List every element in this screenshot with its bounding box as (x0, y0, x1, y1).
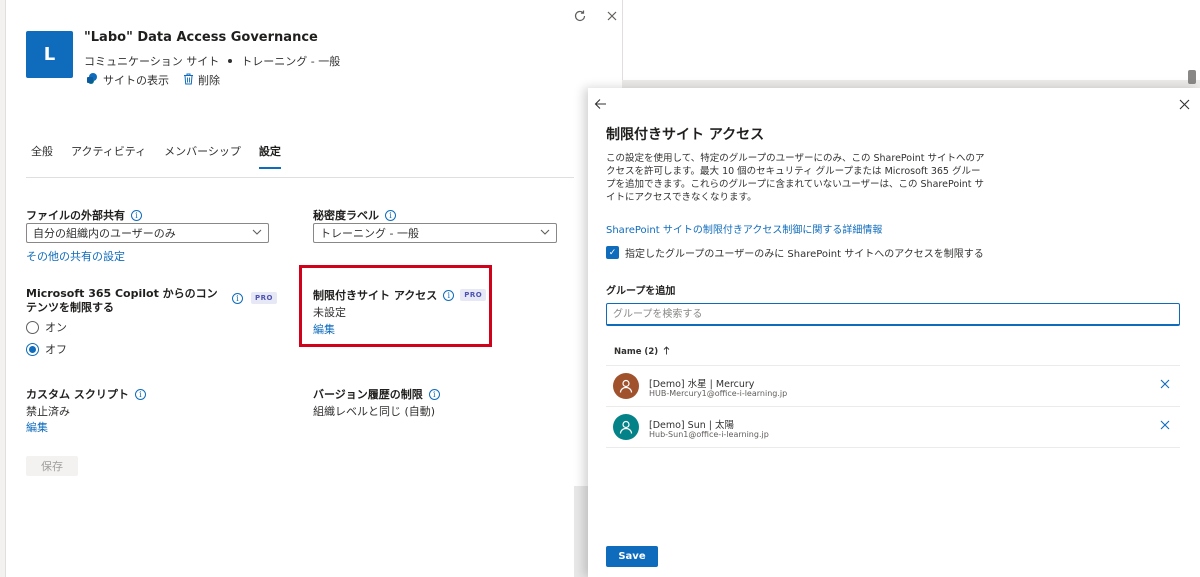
name-column-header[interactable]: Name (2) (614, 346, 670, 358)
flyout-save-button[interactable]: Save (606, 546, 658, 567)
table-row: [Demo] Sun | 太陽 Hub-Sun1@office-i-learni… (606, 407, 1180, 447)
site-details-panel-bottom (6, 486, 574, 577)
flyout-description: この設定を使用して、特定のグループのユーザーにのみ、この SharePoint … (606, 153, 985, 203)
table-row: [Demo] 水星 | Mercury HUB-Mercury1@office-… (606, 366, 1180, 406)
back-arrow-icon[interactable] (594, 98, 607, 114)
tab-membership[interactable]: メンバーシップ (164, 143, 241, 169)
tab-general[interactable]: 全般 (31, 143, 53, 169)
radio-off-label: オフ (45, 343, 67, 356)
site-meta: コミュニケーション サイト トレーニング - 一般 (84, 53, 340, 69)
close-icon[interactable] (604, 8, 620, 24)
trash-icon (183, 73, 194, 88)
settings-tabs: 全般 アクティビティ メンバーシップ 設定 (31, 143, 281, 169)
group-avatar-icon (613, 373, 639, 399)
close-icon[interactable] (1179, 98, 1190, 114)
sensitivity-label-text: 秘密度ラベル (313, 209, 379, 222)
flyout-title: 制限付きサイト アクセス (606, 127, 765, 143)
group-search-input[interactable] (606, 303, 1180, 326)
custom-script-label: カスタム スクリプト (26, 388, 129, 401)
info-icon[interactable]: i (385, 209, 396, 221)
background-page-area (622, 0, 1200, 88)
radio-unselected (26, 320, 39, 334)
separator-dot (228, 59, 233, 63)
view-site-label: サイトの表示 (103, 74, 169, 87)
restrict-access-checkbox[interactable]: ✓ 指定したグループのユーザーのみに SharePoint サイトへのアクセスを… (606, 245, 984, 260)
remove-group-icon[interactable] (1160, 419, 1170, 433)
learn-more-link[interactable]: SharePoint サイトの制限付きアクセス制御に関する詳細情報 (606, 221, 882, 236)
panel-top-actions (572, 8, 620, 24)
external-sharing-label-text: ファイルの外部共有 (26, 209, 125, 222)
sharepoint-icon (86, 72, 99, 88)
radio-on-label: オン (45, 321, 67, 334)
refresh-icon[interactable] (572, 8, 588, 24)
background-scrollbar[interactable] (1188, 70, 1196, 84)
version-history-heading: バージョン履歴の制限 i (313, 386, 440, 402)
sort-ascending-icon (663, 346, 670, 358)
save-button[interactable]: 保存 (26, 456, 78, 476)
restrict-access-checkbox-label: 指定したグループのユーザーのみに SharePoint サイトへのアクセスを制限… (625, 249, 984, 260)
info-icon[interactable]: i (428, 388, 440, 400)
custom-script-heading: カスタム スクリプト i (26, 386, 146, 402)
site-logo: L (26, 31, 73, 78)
group-email: HUB-Mercury1@office-i-learning.jp (649, 389, 788, 398)
delete-label: 削除 (198, 74, 220, 87)
copilot-restriction-label: Microsoft 365 Copilot からのコンテンツを制限する (26, 287, 218, 314)
version-history-label: バージョン履歴の制限 (313, 388, 423, 401)
site-actions: サイトの表示 削除 (86, 72, 220, 88)
version-history-value: 組織レベルと同じ (自動) (313, 405, 436, 418)
restricted-access-flyout: 制限付きサイト アクセス この設定を使用して、特定のグループのユーザーにのみ、こ… (588, 88, 1200, 577)
tab-settings[interactable]: 設定 (258, 143, 281, 169)
view-site-button[interactable]: サイトの表示 (86, 72, 169, 88)
more-sharing-settings-link[interactable]: その他の共有の設定 (26, 248, 125, 264)
row-divider (606, 447, 1180, 448)
remove-group-icon[interactable] (1160, 378, 1170, 392)
tabs-divider (26, 177, 574, 178)
custom-script-edit-link[interactable]: 編集 (26, 419, 48, 435)
external-sharing-value: 自分の組織内のユーザーのみ (33, 227, 176, 240)
site-type: コミュニケーション サイト (84, 55, 220, 68)
sensitivity-label-dropdown[interactable]: トレーニング - 一般 (313, 223, 557, 243)
pro-badge: PRO (251, 292, 277, 304)
sensitivity-label-heading: 秘密度ラベル i (313, 207, 396, 223)
site-sensitivity: トレーニング - 一般 (241, 55, 341, 68)
chevron-down-icon (540, 228, 550, 238)
copilot-restriction-extras: i PRO (232, 292, 277, 304)
tab-activity[interactable]: アクティビティ (71, 143, 146, 169)
background-page-bar (622, 80, 1200, 88)
info-icon[interactable]: i (131, 209, 142, 221)
chevron-down-icon (252, 228, 262, 238)
site-title: "Labo" Data Access Governance (84, 30, 318, 45)
checkmark-icon: ✓ (606, 246, 619, 259)
info-icon[interactable]: i (134, 388, 146, 400)
external-sharing-label: ファイルの外部共有 i (26, 207, 142, 223)
name-column-label: Name (2) (614, 347, 659, 357)
group-avatar-icon (613, 414, 639, 440)
highlight-box (299, 265, 492, 347)
copilot-radio-off[interactable]: オフ (26, 341, 67, 357)
copilot-radio-on[interactable]: オン (26, 319, 67, 335)
custom-script-status: 禁止済み (26, 405, 70, 418)
group-name: [Demo] 水星 | Mercury (649, 379, 755, 390)
info-icon[interactable]: i (232, 292, 243, 304)
radio-selected (26, 342, 39, 356)
delete-site-button[interactable]: 削除 (183, 72, 220, 88)
add-group-heading: グループを追加 (606, 286, 676, 297)
group-name: [Demo] Sun | 太陽 (649, 420, 734, 431)
group-email: Hub-Sun1@office-i-learning.jp (649, 430, 769, 439)
sensitivity-label-value: トレーニング - 一般 (320, 227, 419, 240)
external-sharing-dropdown[interactable]: 自分の組織内のユーザーのみ (26, 223, 269, 243)
